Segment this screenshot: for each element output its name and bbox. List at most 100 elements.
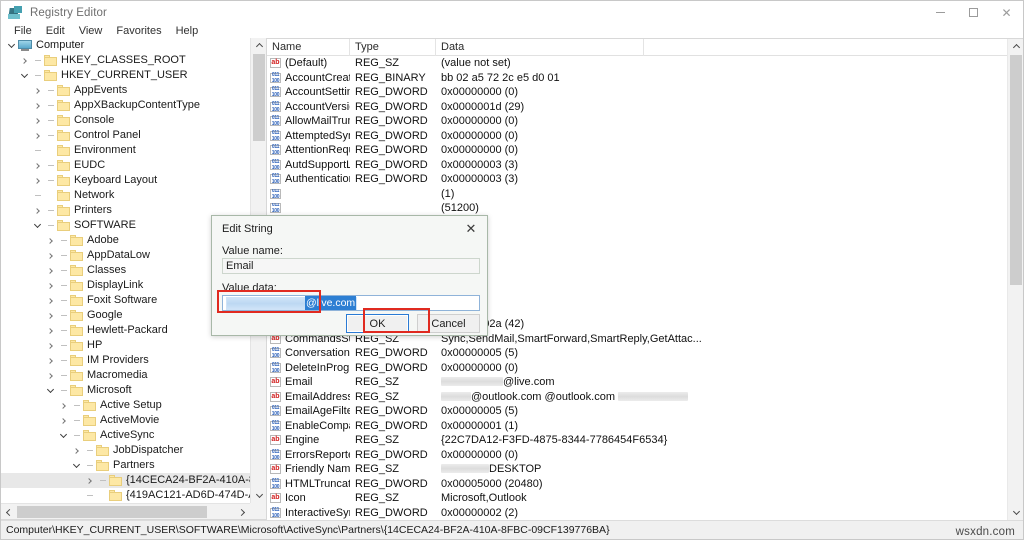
menu-edit[interactable]: Edit	[39, 24, 72, 38]
tree-item[interactable]: Active Setup	[1, 398, 250, 413]
value-row[interactable]: AttemptedSync... REG_DWORD 0x00000000 (0)	[267, 129, 1007, 144]
tree-vscroll-thumb[interactable]	[253, 54, 265, 141]
menu-help[interactable]: Help	[169, 24, 206, 38]
chevron-right-icon[interactable]	[44, 323, 57, 338]
chevron-down-icon[interactable]	[44, 383, 57, 398]
values-scroll-up-icon[interactable]	[1008, 39, 1023, 54]
chevron-right-icon[interactable]	[44, 293, 57, 308]
value-row[interactable]: (Default) REG_SZ (value not set)	[267, 56, 1007, 71]
value-row[interactable]: Icon REG_SZ Microsoft,Outlook	[267, 491, 1007, 506]
chevron-right-icon[interactable]	[31, 83, 44, 98]
tree-item[interactable]: {14CECA24-BF2A-410A-8FBC-09CF1	[1, 473, 250, 488]
value-row[interactable]: AttentionRequir... REG_DWORD 0x00000000 (0…	[267, 143, 1007, 158]
value-name-text: AutdSupportLevel	[285, 158, 350, 171]
tree-hscroll-thumb[interactable]	[17, 506, 207, 518]
chevron-right-icon[interactable]	[70, 443, 83, 458]
tree-horizontal-scrollbar[interactable]	[1, 503, 250, 519]
chevron-right-icon[interactable]	[57, 413, 70, 428]
chevron-right-icon[interactable]	[44, 278, 57, 293]
value-row[interactable]: DeleteInProgress REG_DWORD 0x00000000 (0)	[267, 361, 1007, 376]
tree-item[interactable]: Keyboard Layout	[1, 173, 250, 188]
value-row[interactable]: ErrorsReportedC... REG_DWORD 0x00000000 (0…	[267, 448, 1007, 463]
tree-scroll-up-icon[interactable]	[251, 38, 266, 53]
tree-item[interactable]: {419AC121-AD6D-474D-A88A-449B	[1, 488, 250, 503]
value-row[interactable]: EmailAddress REG_SZ @outlook.com @outlook.…	[267, 390, 1007, 405]
value-row[interactable]: HTMLTruncation REG_DWORD 0x00005000 (20480…	[267, 477, 1007, 492]
chevron-down-icon[interactable]	[18, 68, 31, 83]
chevron-right-icon[interactable]	[44, 353, 57, 368]
tree-item[interactable]: Console	[1, 113, 250, 128]
tree-item-label: HKEY_CURRENT_USER	[61, 69, 188, 81]
tree-item[interactable]: ActiveMovie	[1, 413, 250, 428]
values-vscroll-thumb[interactable]	[1010, 55, 1022, 285]
chevron-right-icon[interactable]	[44, 263, 57, 278]
chevron-right-icon[interactable]	[44, 338, 57, 353]
tree-item[interactable]: Network	[1, 188, 250, 203]
value-row[interactable]: Friendly Name REG_SZ DESKTOP	[267, 462, 1007, 477]
value-row[interactable]: (1)	[267, 187, 1007, 202]
tree-scroll-right-icon[interactable]	[235, 504, 250, 519]
menu-file[interactable]: File	[7, 24, 39, 38]
tree-item[interactable]: Computer	[1, 38, 250, 53]
value-row[interactable]: AccountCreateT... REG_BINARY bb 02 a5 72 2…	[267, 71, 1007, 86]
maximize-button[interactable]	[957, 1, 990, 24]
menu-view[interactable]: View	[72, 24, 110, 38]
tree-item[interactable]: Environment	[1, 143, 250, 158]
value-row[interactable]: (51200)	[267, 201, 1007, 216]
tree-item[interactable]: HP	[1, 338, 250, 353]
chevron-right-icon[interactable]	[18, 53, 31, 68]
chevron-right-icon[interactable]	[31, 128, 44, 143]
minimize-button[interactable]	[924, 1, 957, 24]
chevron-right-icon[interactable]	[44, 233, 57, 248]
tree-item-label: Printers	[74, 204, 112, 216]
tree-scroll-left-icon[interactable]	[1, 504, 16, 519]
chevron-right-icon[interactable]	[31, 203, 44, 218]
chevron-right-icon[interactable]	[31, 98, 44, 113]
chevron-right-icon[interactable]	[44, 308, 57, 323]
tree-item[interactable]: ActiveSync	[1, 428, 250, 443]
value-row[interactable]: ConversationSy... REG_DWORD 0x00000005 (5)	[267, 346, 1007, 361]
values-scroll-down-icon[interactable]	[1008, 505, 1023, 520]
tree-item[interactable]: HKEY_CURRENT_USER	[1, 68, 250, 83]
chevron-down-icon[interactable]	[5, 38, 18, 53]
tree-item[interactable]: Control Panel	[1, 128, 250, 143]
chevron-right-icon[interactable]	[44, 368, 57, 383]
column-header-name[interactable]: Name	[267, 39, 350, 56]
value-row[interactable]: EmailAgeFilter REG_DWORD 0x00000005 (5)	[267, 404, 1007, 419]
tree-item[interactable]: IM Providers	[1, 353, 250, 368]
column-header-type[interactable]: Type	[350, 39, 436, 56]
tree-scroll-down-icon[interactable]	[251, 488, 266, 503]
value-row[interactable]: AutdSupportLevel REG_DWORD 0x00000003 (3)	[267, 158, 1007, 173]
values-vertical-scrollbar[interactable]	[1007, 39, 1023, 520]
value-row[interactable]: EnableCompact... REG_DWORD 0x00000001 (1)	[267, 419, 1007, 434]
tree-item[interactable]: EUDC	[1, 158, 250, 173]
tree-item[interactable]: AppEvents	[1, 83, 250, 98]
chevron-right-icon[interactable]	[57, 398, 70, 413]
value-row[interactable]: InteractiveSync... REG_DWORD 0x00000002 (2…	[267, 506, 1007, 521]
chevron-right-icon[interactable]	[31, 113, 44, 128]
tree-item[interactable]: HKEY_CLASSES_ROOT	[1, 53, 250, 68]
chevron-down-icon[interactable]	[70, 458, 83, 473]
tree-item[interactable]: Macromedia	[1, 368, 250, 383]
tree-item[interactable]: Partners	[1, 458, 250, 473]
menu-favorites[interactable]: Favorites	[109, 24, 168, 38]
chevron-right-icon[interactable]	[31, 173, 44, 188]
tree-item[interactable]: Microsoft	[1, 383, 250, 398]
value-row[interactable]: AuthenticationT... REG_DWORD 0x00000003 (3…	[267, 172, 1007, 187]
value-row[interactable]: AllowMailTrunc... REG_DWORD 0x00000000 (0)	[267, 114, 1007, 129]
chevron-down-icon[interactable]	[31, 218, 44, 233]
value-name-input[interactable]: Email	[222, 258, 480, 274]
value-row[interactable]: AccountSettings... REG_DWORD 0x00000000 (0…	[267, 85, 1007, 100]
chevron-right-icon[interactable]	[44, 248, 57, 263]
chevron-down-icon[interactable]	[57, 428, 70, 443]
chevron-right-icon[interactable]	[83, 473, 96, 488]
tree-item[interactable]: AppXBackupContentType	[1, 98, 250, 113]
chevron-right-icon[interactable]	[31, 158, 44, 173]
value-row[interactable]: AccountVersion REG_DWORD 0x0000001d (29)	[267, 100, 1007, 115]
dialog-close-icon[interactable]: ✕	[455, 216, 487, 240]
value-row[interactable]: Email REG_SZ @live.com	[267, 375, 1007, 390]
column-header-data[interactable]: Data	[436, 39, 644, 56]
close-button[interactable]: ✕	[990, 1, 1023, 24]
value-row[interactable]: Engine REG_SZ {22C7DA12-F3FD-4875-8344-778…	[267, 433, 1007, 448]
tree-item[interactable]: JobDispatcher	[1, 443, 250, 458]
